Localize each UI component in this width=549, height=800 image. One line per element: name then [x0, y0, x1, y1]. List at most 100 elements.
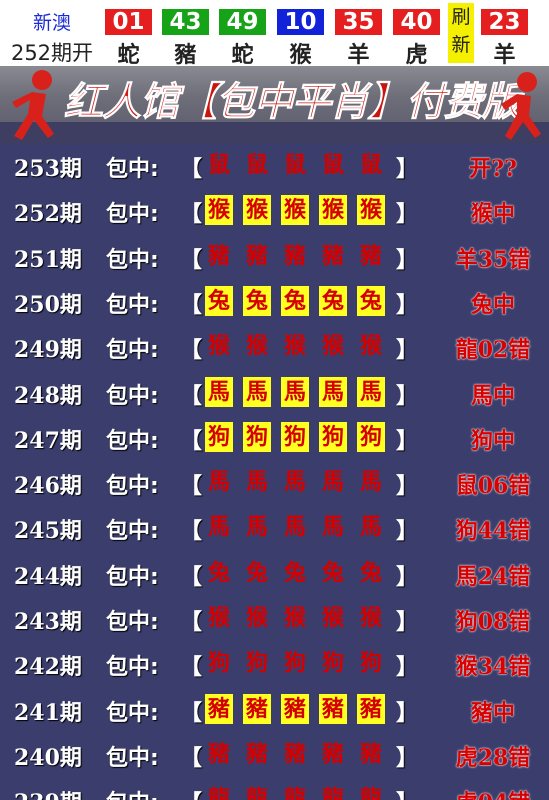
zodiac-cell: 豬: [205, 693, 233, 724]
result-ball: 35 羊: [335, 9, 382, 69]
zodiac-cell: 猴: [283, 605, 306, 631]
zodiac-cell: 馬: [207, 514, 230, 541]
result-text: 虎28错: [455, 744, 531, 771]
ball-number: 01: [105, 9, 152, 35]
period-label: 252期开: [10, 41, 94, 65]
left-bracket: 【: [180, 654, 203, 681]
zodiac-cell: 狗: [243, 421, 271, 452]
result-text: 虎04错: [442, 785, 544, 800]
row-label: 包中:: [106, 700, 159, 726]
left-bracket: 【: [180, 246, 203, 273]
left-bracket: 【: [180, 201, 203, 228]
right-bracket: 】: [396, 156, 419, 182]
prediction-row: 251期 包中: 【豬豬豬豬豬】羊35错: [0, 235, 549, 280]
issue-number: 240期: [14, 744, 82, 771]
row-label: 包中:: [106, 610, 159, 635]
result-text: 狗中: [470, 427, 515, 454]
issue-number: 250期: [14, 291, 82, 318]
ball-zodiac: 羊: [347, 43, 370, 68]
left-bracket: 【: [180, 156, 203, 182]
zodiac-cell: 豬: [245, 740, 268, 767]
ball-number: 40: [393, 9, 440, 35]
zodiac-cell: 狗: [319, 421, 347, 452]
refresh-button[interactable]: 刷 新: [448, 3, 474, 63]
result-text: 羊35错: [455, 246, 531, 273]
zodiac-cell: 豬: [321, 740, 344, 767]
row-label: 包中:: [106, 564, 159, 590]
zodiac-cell: 兔: [359, 559, 382, 586]
row-label: 包中:: [106, 247, 159, 273]
ball-zodiac: 蛇: [117, 43, 140, 68]
zodiac-cell: 鼠: [283, 152, 306, 178]
ball-zodiac: 猴: [289, 43, 312, 68]
result-text: 馬24错: [455, 563, 531, 590]
zodiac-cell: 猴: [207, 605, 230, 631]
zodiac-cell: 馬: [319, 376, 347, 407]
zodiac-cell: 豬: [207, 740, 230, 767]
zodiac-cell: 猴: [245, 605, 268, 631]
right-bracket: 】: [396, 291, 419, 318]
right-bracket: 】: [396, 246, 419, 273]
right-bracket: 】: [396, 563, 419, 590]
zodiac-cell: 鼠: [207, 152, 230, 178]
issue-number: 249期: [14, 337, 82, 364]
result-ball: 10 猴: [277, 9, 324, 69]
zodiac-cell: 馬: [243, 376, 271, 407]
refresh-label-top: 刷: [451, 6, 471, 28]
result-text: 狗08错: [455, 609, 531, 635]
row-label: 包中:: [106, 292, 159, 318]
zodiac-cell: 龍: [321, 786, 344, 800]
result-text: 猴中: [470, 201, 515, 228]
right-bracket: 】: [396, 473, 419, 500]
row-label: 包中:: [106, 474, 159, 500]
prediction-row: 248期 包中: 【馬馬馬馬馬】馬中: [0, 371, 549, 416]
zodiac-cell: 兔: [283, 559, 306, 586]
zodiac-cell: 猴: [319, 195, 347, 226]
issue-number: 242期: [14, 654, 82, 681]
ball-number: 35: [335, 9, 382, 35]
zodiac-cell: 兔: [357, 285, 385, 316]
zodiac-cell: 馬: [207, 469, 230, 496]
prediction-row: 242期 包中: 【狗狗狗狗狗】猴34错: [0, 642, 549, 687]
issue-number: 244期: [14, 563, 82, 590]
prediction-list: 253期 包中: 【鼠鼠鼠鼠鼠】开?? 252期 包中: 【猴猴猴猴猴】猴中 251期 包中:…: [0, 144, 549, 800]
zodiac-cell: 兔: [243, 285, 271, 316]
row-label: 包中:: [106, 383, 159, 409]
left-bracket: 【: [180, 699, 203, 726]
left-bracket: 【: [180, 427, 203, 454]
zodiac-cell: 狗: [205, 421, 233, 452]
zodiac-cell: 猴: [321, 333, 344, 360]
right-bracket: 】: [396, 201, 419, 228]
ball-zodiac: 羊: [493, 43, 516, 68]
ball-number: 43: [162, 9, 209, 35]
result-text: 龍02错: [455, 337, 531, 364]
issue-number: 241期: [14, 699, 82, 726]
zodiac-cell: 鼠: [321, 152, 344, 178]
prediction-row: 243期 包中: 【猴猴猴猴猴】狗08错: [0, 597, 549, 642]
zodiac-cell: 龍: [283, 786, 306, 800]
zodiac-cell: 鼠: [359, 152, 382, 178]
zodiac-cell: 龍: [245, 786, 268, 800]
result-ball: 01 蛇: [105, 9, 152, 69]
zodiac-cell: 豬: [283, 242, 306, 269]
right-bracket: 】: [396, 337, 419, 364]
zodiac-cell: 狗: [207, 650, 230, 677]
zodiac-cell: 馬: [283, 469, 306, 496]
zodiac-cell: 猴: [359, 605, 382, 631]
right-bracket: 】: [396, 699, 419, 726]
zodiac-cell: 馬: [359, 514, 382, 541]
right-bracket: 】: [396, 785, 418, 800]
row-label: 包中:: [106, 338, 159, 364]
zodiac-cell: 馬: [283, 514, 306, 541]
issue-number: 248期: [14, 382, 82, 409]
zodiac-cell: 馬: [321, 514, 344, 541]
zodiac-cell: 龍: [207, 786, 230, 800]
ball-zodiac: 豬: [174, 43, 197, 68]
result-ball: 49 蛇: [219, 9, 266, 69]
zodiac-cell: 豬: [281, 693, 309, 724]
issue-number: 239期: [14, 785, 82, 800]
zodiac-cell: 馬: [205, 376, 233, 407]
zodiac-cell: 豬: [243, 693, 271, 724]
banner-title: 红人馆【包中平肖】付费版: [63, 71, 521, 127]
right-bracket: 】: [396, 382, 419, 409]
